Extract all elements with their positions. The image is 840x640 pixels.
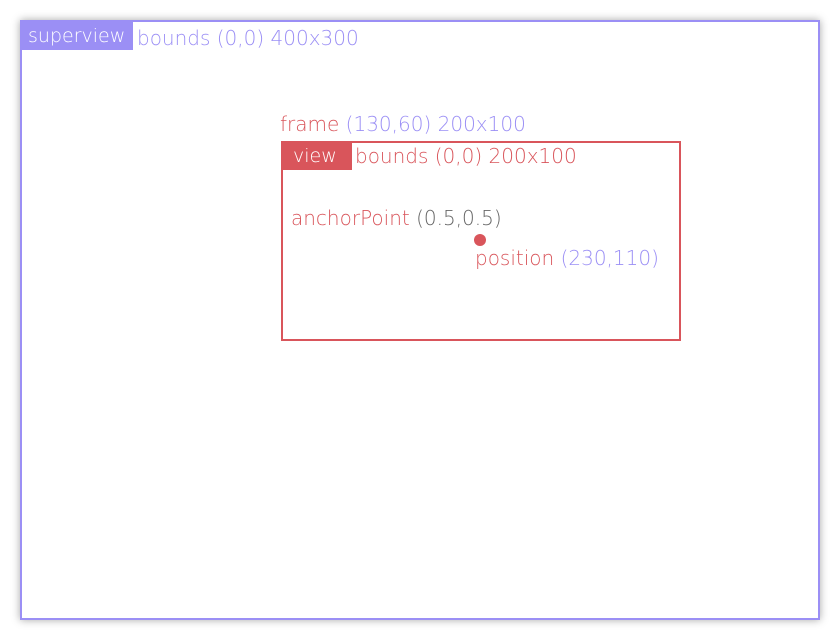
anchor-point-word: anchorPoint — [291, 206, 410, 230]
view-tag: view — [282, 143, 352, 170]
anchor-point-value: (0.5,0.5) — [416, 206, 502, 230]
frame-label: frame (130,60) 200x100 — [280, 111, 526, 137]
view-bounds-label: bounds (0,0) 200x100 — [355, 144, 577, 168]
diagram-canvas: superview bounds (0,0) 400x300 frame (13… — [0, 0, 840, 640]
position-word: position — [475, 246, 555, 270]
position-value: (230,110) — [560, 246, 659, 270]
frame-word: frame — [280, 112, 340, 136]
frame-value: (130,60) 200x100 — [345, 112, 526, 136]
anchor-point-label: anchorPoint (0.5,0.5) — [291, 205, 502, 231]
superview-bounds-label: bounds (0,0) 400x300 — [137, 26, 359, 50]
position-label: position (230,110) — [475, 245, 659, 271]
superview-tag: superview — [20, 22, 133, 50]
